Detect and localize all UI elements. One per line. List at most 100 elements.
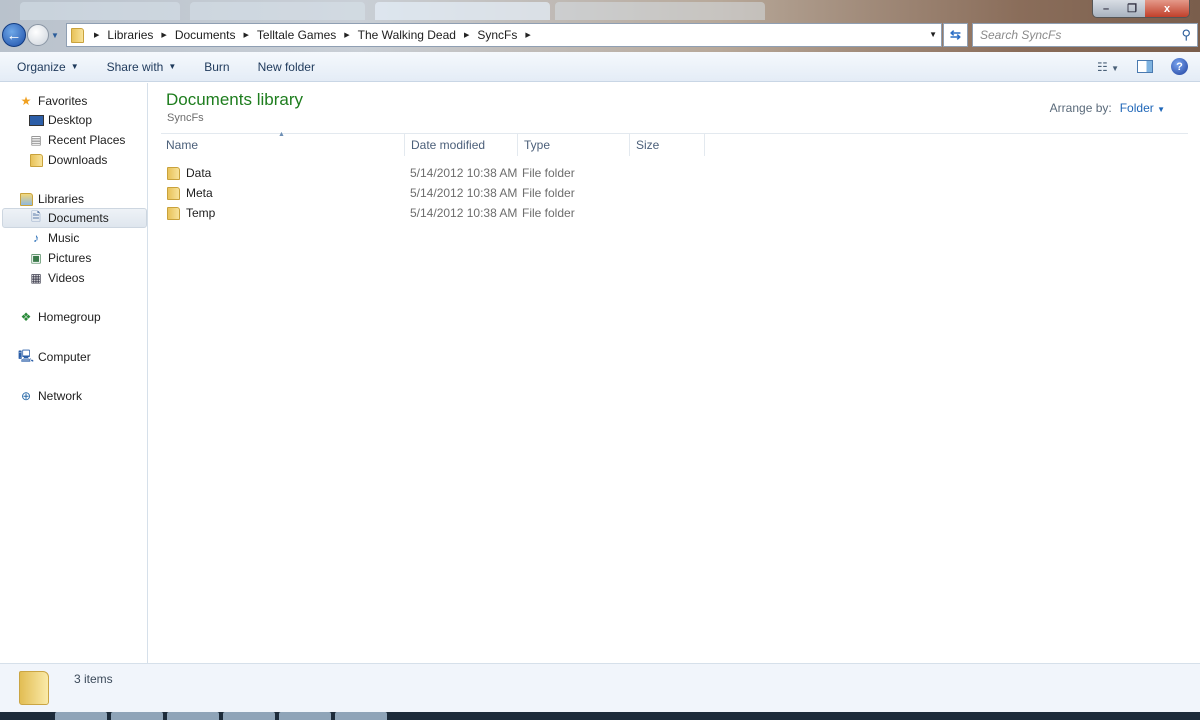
search-icon[interactable]: ⚲ — [1181, 27, 1191, 43]
sidebar-item-label: Documents — [48, 211, 109, 225]
sidebar-item-pictures[interactable]: ▣ Pictures — [28, 248, 147, 268]
breadcrumb-telltale-games[interactable]: Telltale Games — [257, 28, 336, 42]
videos-icon: ▦ — [30, 271, 42, 285]
file-type: File folder — [522, 186, 575, 200]
forward-button[interactable] — [27, 24, 49, 46]
folder-icon — [167, 186, 180, 200]
network-icon: ⊕ — [20, 389, 32, 403]
recent-pages-dropdown[interactable]: ▼ — [51, 31, 59, 40]
refresh-button[interactable]: ⇆ — [943, 23, 968, 47]
command-bar: Organize ▼ Share with ▼ Burn New folder ☷ … — [0, 52, 1200, 82]
new-folder-button[interactable]: New folder — [258, 60, 315, 74]
sidebar-item-computer[interactable]: 🖳 Computer — [18, 347, 147, 367]
sidebar-item-downloads[interactable]: Downloads — [28, 150, 147, 170]
share-with-label: Share with — [106, 59, 164, 74]
sidebar-item-label: Pictures — [48, 251, 92, 265]
chevron-down-icon: ▼ — [168, 62, 177, 71]
address-bar[interactable]: ▶ Libraries ▶ Documents ▶ Telltale Games… — [66, 23, 942, 47]
change-view-button[interactable]: ☷ ▼ — [1097, 60, 1119, 74]
arrange-by: Arrange by: Folder ▼ — [1050, 101, 1165, 115]
downloads-icon — [28, 153, 44, 167]
breadcrumb-arrow-icon[interactable]: ▶ — [464, 31, 469, 39]
taskbar-button[interactable] — [223, 712, 275, 720]
file-name: Temp — [186, 206, 216, 220]
background-tab — [375, 2, 550, 20]
background-tab — [190, 2, 365, 20]
organize-button[interactable]: Organize ▼ — [17, 60, 79, 74]
background-tab — [555, 2, 765, 20]
sidebar-item-videos[interactable]: ▦ Videos — [28, 268, 147, 288]
file-type: File folder — [522, 206, 575, 220]
pictures-icon: ▣ — [30, 251, 42, 265]
restore-button[interactable]: ❐ — [1119, 0, 1145, 17]
libraries-icon — [18, 192, 34, 206]
sidebar-item-label: Downloads — [48, 153, 108, 167]
taskbar-button[interactable] — [335, 712, 387, 720]
taskbar-button[interactable] — [167, 712, 219, 720]
page-title: Documents library — [166, 90, 303, 109]
sidebar-item-documents[interactable]: 🗎 Documents — [2, 208, 147, 228]
table-row[interactable]: Meta 5/14/2012 10:38 AM File folder — [161, 183, 701, 203]
sidebar-item-label: Network — [38, 389, 83, 403]
computer-icon: 🖳 — [18, 348, 35, 363]
minimize-button[interactable]: – — [1093, 0, 1119, 17]
address-history-dropdown[interactable]: ▼ — [929, 30, 937, 39]
arrange-by-label: Arrange by: — [1049, 101, 1112, 115]
breadcrumb-arrow-icon[interactable]: ▶ — [525, 31, 530, 39]
close-button[interactable]: x — [1145, 0, 1189, 17]
recent-places-icon: ▤ — [30, 133, 42, 147]
breadcrumb-the-walking-dead[interactable]: The Walking Dead — [358, 28, 456, 42]
sidebar-item-favorites[interactable]: ★ Favorites — [18, 91, 165, 111]
details-pane: 3 items — [0, 663, 1200, 712]
breadcrumb-syncfs[interactable]: SyncFs — [477, 28, 517, 42]
item-count: 3 items — [74, 672, 113, 686]
sidebar-item-recent-places[interactable]: ▤ Recent Places — [28, 130, 147, 150]
background-tab — [20, 2, 180, 20]
column-header-size[interactable]: Size — [630, 134, 705, 156]
share-with-button[interactable]: Share with ▼ — [107, 60, 177, 74]
column-header-date-modified[interactable]: Date modified — [405, 134, 518, 156]
folder-icon — [71, 27, 84, 43]
preview-pane-button[interactable] — [1137, 60, 1153, 73]
table-row[interactable]: Temp 5/14/2012 10:38 AM File folder — [161, 203, 701, 223]
taskbar-button[interactable] — [55, 712, 107, 720]
back-button[interactable]: ← — [2, 23, 26, 47]
sidebar-item-music[interactable]: ♪ Music — [28, 228, 147, 248]
breadcrumb-documents[interactable]: Documents — [175, 28, 236, 42]
taskbar-button[interactable] — [279, 712, 331, 720]
taskbar-button[interactable] — [111, 712, 163, 720]
breadcrumb-arrow-icon[interactable]: ▶ — [94, 31, 99, 39]
sidebar-item-label: Homegroup — [38, 310, 101, 324]
page-subtitle: SyncFs — [167, 112, 204, 124]
sidebar-item-label: Recent Places — [48, 133, 126, 147]
sidebar-item-network[interactable]: ⊕ Network — [18, 386, 147, 406]
file-list-pane: Documents library SyncFs Arrange by: Fold… — [149, 83, 1200, 663]
burn-button[interactable]: Burn — [204, 60, 229, 74]
chevron-down-icon: ▼ — [1157, 105, 1165, 114]
star-icon: ★ — [20, 94, 32, 108]
breadcrumb-arrow-icon[interactable]: ▶ — [344, 31, 349, 39]
table-row[interactable]: Data 5/14/2012 10:38 AM File folder — [161, 163, 701, 183]
file-type: File folder — [522, 166, 575, 180]
documents-icon: 🗎 — [31, 209, 41, 224]
breadcrumb-arrow-icon[interactable]: ▶ — [244, 31, 249, 39]
desktop-icon — [28, 113, 44, 127]
arrange-by-value: Folder — [1119, 101, 1154, 115]
music-icon: ♪ — [33, 231, 39, 245]
help-button[interactable]: ? — [1171, 58, 1188, 75]
sidebar-item-desktop[interactable]: Desktop — [28, 110, 147, 130]
chevron-down-icon: ▼ — [70, 62, 79, 71]
sidebar-item-libraries[interactable]: Libraries — [18, 189, 147, 209]
sidebar-item-label: Favorites — [38, 94, 88, 108]
breadcrumb-arrow-icon[interactable]: ▶ — [161, 31, 166, 39]
search-input[interactable]: Search SyncFs ⚲ — [972, 23, 1198, 47]
arrange-by-dropdown[interactable]: Folder ▼ — [1120, 101, 1165, 115]
organize-label: Organize — [17, 59, 66, 74]
file-date: 5/14/2012 10:38 AM — [410, 166, 518, 180]
sidebar-item-homegroup[interactable]: ❖ Homegroup — [18, 307, 147, 327]
breadcrumb-libraries[interactable]: Libraries — [107, 28, 153, 42]
column-header-type[interactable]: Type — [518, 134, 630, 156]
column-header-name[interactable]: Name — [160, 134, 405, 156]
folder-icon — [167, 166, 180, 180]
homegroup-icon: ❖ — [20, 310, 32, 324]
